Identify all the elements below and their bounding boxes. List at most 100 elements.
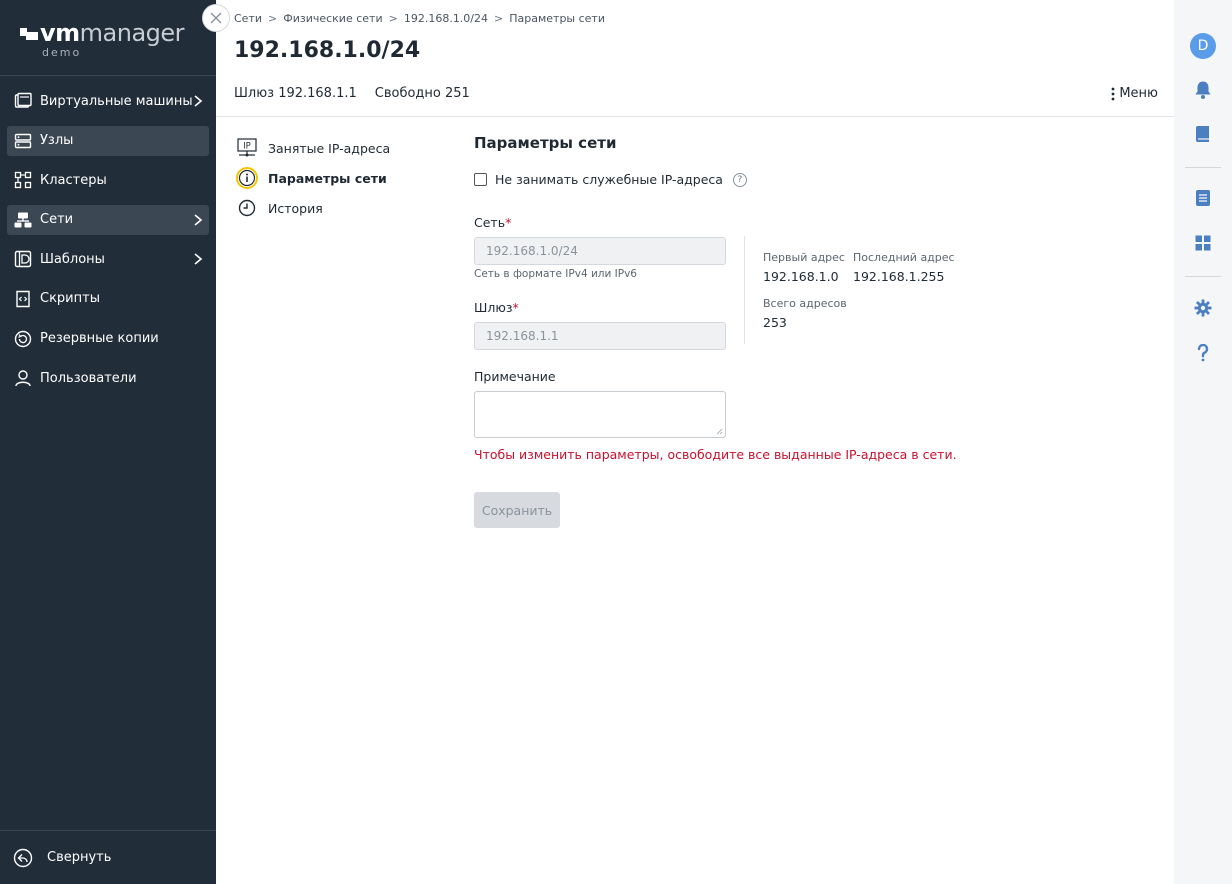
tab-network-params[interactable]: Параметры сети [236, 167, 390, 189]
breadcrumb-item[interactable]: Сети [234, 12, 262, 25]
chevron-right-icon [194, 95, 203, 107]
network-input[interactable]: 192.168.1.0/24 [474, 237, 726, 265]
sidebar-item-label: Кластеры [40, 172, 107, 188]
tab-occupied-ips[interactable]: IP Занятые IP-адреса [236, 137, 390, 159]
templates-icon [13, 249, 33, 269]
tasks-button[interactable] [1191, 186, 1215, 210]
svg-text:IP: IP [243, 142, 251, 152]
collapse-label: Свернуть [47, 850, 112, 865]
breadcrumb: Сети > Физические сети > 192.168.1.0/24 … [234, 12, 605, 25]
help-button[interactable] [1191, 341, 1215, 365]
breadcrumb-item[interactable]: 192.168.1.0/24 [404, 12, 488, 25]
list-icon [1196, 190, 1210, 206]
sidebar-nav: Виртуальные машины Узлы Кластеры Сети Ша… [0, 76, 216, 393]
dashboard-button[interactable] [1191, 231, 1215, 255]
chevron-right-icon [194, 253, 203, 265]
tab-label: Занятые IP-адреса [268, 140, 391, 156]
scripts-icon [13, 289, 33, 309]
gear-icon [1194, 299, 1212, 317]
menu-label: Меню [1119, 86, 1158, 101]
ip-icon: IP [236, 137, 258, 159]
save-button[interactable]: Сохранить [474, 492, 560, 528]
reserve-service-ips-label[interactable]: Не занимать служебные IP-адреса [495, 172, 723, 187]
close-icon [210, 12, 222, 24]
networks-icon [13, 210, 33, 230]
question-icon [1197, 344, 1209, 362]
note-textarea[interactable] [474, 391, 726, 438]
logo[interactable]: vmmanager demo [0, 0, 216, 76]
network-params-form: Параметры сети Не занимать служебные IP-… [474, 134, 1134, 528]
reserve-service-ips-checkbox[interactable] [474, 173, 487, 186]
sidebar-item-label: Виртуальные машины [40, 93, 193, 109]
breadcrumb-separator: > [388, 12, 398, 25]
breadcrumb-separator: > [268, 12, 278, 25]
vm-icon [13, 91, 33, 111]
bell-icon [1195, 81, 1211, 99]
sidebar-item-vms[interactable]: Виртуальные машины [7, 86, 209, 116]
help-icon[interactable]: ? [732, 172, 747, 187]
tab-label: Параметры сети [268, 170, 387, 186]
total-addresses-value: 253 [763, 315, 787, 330]
clock-icon [236, 197, 258, 219]
gateway-input[interactable]: 192.168.1.1 [474, 322, 726, 350]
reserve-service-ips-row: Не занимать служебные IP-адреса ? [474, 172, 747, 187]
sidebar-item-nodes[interactable]: Узлы [7, 125, 209, 156]
sidebar-item-label: Пользователи [40, 370, 137, 386]
sidebar-item-label: Скрипты [40, 291, 100, 307]
grid-icon [1195, 235, 1211, 251]
rail-divider [1185, 276, 1221, 277]
network-hint: Сеть в формате IPv4 или IPv6 [474, 268, 637, 280]
clusters-icon [13, 170, 33, 190]
nodes-icon [13, 131, 33, 151]
chevron-right-icon [194, 214, 203, 226]
network-summary: Шлюз 192.168.1.1 Свободно 251 [234, 86, 470, 101]
edit-warning: Чтобы изменить параметры, освободите все… [474, 447, 957, 462]
notifications-button[interactable] [1191, 78, 1215, 102]
page-title: 192.168.1.0/24 [234, 38, 421, 63]
backup-icon [13, 329, 33, 349]
rail-divider [1185, 167, 1221, 168]
more-vertical-icon [1111, 87, 1115, 100]
gateway-summary: Шлюз 192.168.1.1 [234, 86, 357, 101]
breadcrumb-current: Параметры сети [509, 12, 605, 25]
sidebar-item-users[interactable]: Пользователи [7, 363, 209, 393]
form-title: Параметры сети [474, 134, 617, 152]
sidebar-item-label: Шаблоны [40, 251, 105, 267]
section-nav: IP Занятые IP-адреса Параметры сети Исто… [236, 137, 390, 227]
last-address-label: Последний адрес [853, 251, 955, 264]
sidebar-item-backups[interactable]: Резервные копии [7, 324, 209, 354]
sidebar: vmmanager demo Виртуальные машины Узлы К… [0, 0, 216, 884]
sidebar-item-networks[interactable]: Сети [7, 204, 209, 235]
sidebar-item-clusters[interactable]: Кластеры [7, 165, 209, 195]
logo-text: vmmanager [40, 19, 185, 47]
info-divider [744, 236, 745, 344]
avatar[interactable]: D [1190, 33, 1216, 59]
sidebar-item-label: Резервные копии [40, 331, 159, 347]
main-content: Сети > Физические сети > 192.168.1.0/24 … [216, 0, 1174, 884]
collapse-sidebar-button[interactable]: Свернуть [0, 830, 216, 884]
total-addresses-label: Всего адресов [763, 297, 847, 310]
sidebar-item-label: Узлы [40, 133, 74, 149]
resize-handle-icon[interactable] [716, 428, 723, 435]
breadcrumb-item[interactable]: Физические сети [283, 12, 382, 25]
sidebar-item-templates[interactable]: Шаблоны [7, 244, 209, 274]
gateway-field-label: Шлюз* [474, 300, 519, 315]
book-icon [1196, 126, 1209, 142]
sidebar-item-scripts[interactable]: Скрипты [7, 284, 209, 314]
close-panel-button[interactable] [202, 4, 230, 32]
docs-button[interactable] [1191, 122, 1215, 146]
tab-history[interactable]: История [236, 197, 390, 219]
breadcrumb-separator: > [494, 12, 504, 25]
first-address-label: Первый адрес [763, 251, 845, 264]
info-icon [236, 167, 258, 189]
logo-subtitle: demo [42, 46, 82, 59]
last-address-value: 192.168.1.255 [853, 269, 945, 284]
menu-button[interactable]: Меню [1111, 86, 1158, 101]
first-address-value: 192.168.1.0 [763, 269, 839, 284]
tab-label: История [268, 200, 323, 216]
users-icon [13, 368, 33, 388]
logo-mark-icon [20, 28, 38, 40]
settings-button[interactable] [1191, 296, 1215, 320]
network-field-label: Сеть* [474, 215, 512, 230]
free-summary: Свободно 251 [374, 86, 470, 101]
